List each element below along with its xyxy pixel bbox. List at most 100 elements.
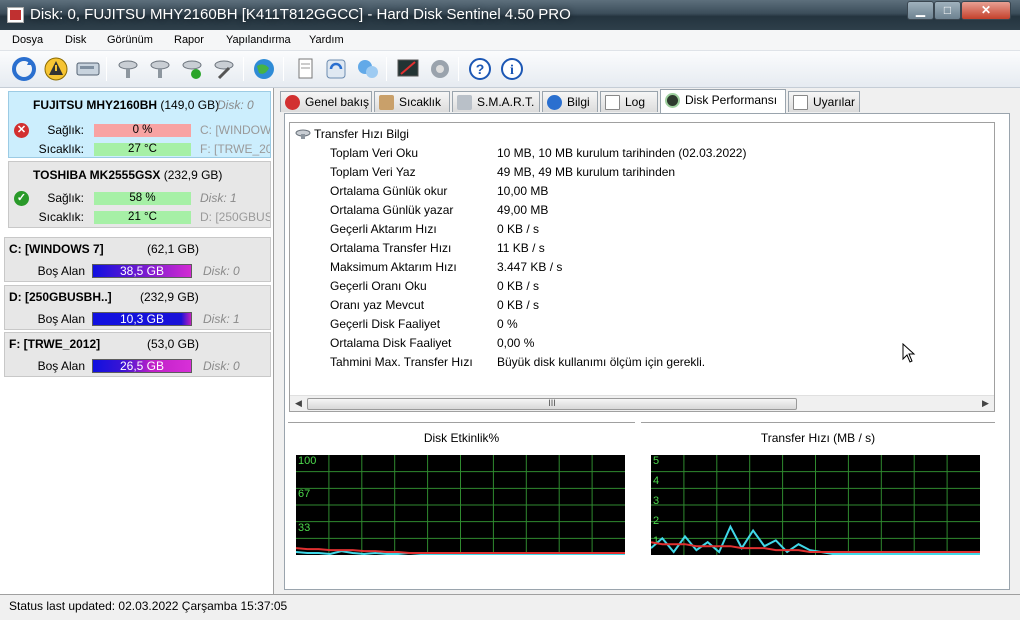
- tab-bilgi[interactable]: Bilgi: [542, 91, 598, 112]
- tab-smart[interactable]: S.M.A.R.T.: [452, 91, 540, 112]
- error-icon: [285, 95, 300, 110]
- partition-label: C: [WINDOWS: [200, 123, 270, 137]
- disk-index: Disk: 0: [203, 359, 240, 373]
- report-icon[interactable]: [292, 56, 318, 82]
- info-value: 10 MB, 10 MB kurulum tarihinden (02.03.2…: [497, 146, 747, 160]
- disk-check-icon[interactable]: [179, 56, 205, 82]
- temperature-bar: 21 °C: [94, 211, 191, 224]
- refresh-network-icon[interactable]: [323, 56, 349, 82]
- volume-card-c[interactable]: C: [WINDOWS 7] (62,1 GB) Boş Alan 38,5 G…: [4, 237, 271, 282]
- free-space-label: Boş Alan: [37, 264, 85, 278]
- disk-name: FUJITSU MHY2160BH (149,0 GB): [33, 98, 220, 112]
- minimize-button[interactable]: ▁: [907, 1, 934, 20]
- tab-label: Bilgi: [567, 95, 590, 109]
- info-value: 11 KB / s: [497, 241, 545, 255]
- info-value: 0 KB / s: [497, 222, 540, 236]
- tab-label: Disk Performansı: [685, 93, 778, 107]
- disk-index: Disk: 0: [217, 98, 254, 112]
- menu-disk[interactable]: Disk: [65, 34, 86, 46]
- tab-log[interactable]: Log: [600, 91, 658, 112]
- free-space-bar: 10,3 GB: [92, 312, 192, 326]
- info-value: 10,00 MB: [497, 184, 549, 198]
- y-tick-label: 3: [653, 495, 659, 507]
- drive-icon[interactable]: [75, 56, 101, 82]
- disk-card-fujitsu[interactable]: FUJITSU MHY2160BH (149,0 GB) Disk: 0 ✕ S…: [8, 91, 271, 158]
- disk-index: Disk: 1: [200, 191, 237, 205]
- menu-yapilandirma[interactable]: Yapılandırma: [226, 34, 291, 46]
- svg-text:i: i: [510, 63, 514, 78]
- close-button[interactable]: ✕: [961, 1, 1011, 20]
- volume-name: C: [WINDOWS 7]: [9, 242, 104, 256]
- network-icon[interactable]: [355, 56, 381, 82]
- disk-index: Disk: 0: [203, 264, 240, 278]
- disk-list-panel: FUJITSU MHY2160BH (149,0 GB) Disk: 0 ✕ S…: [0, 88, 274, 594]
- disk-card-toshiba[interactable]: TOSHIBA MK2555GSX (232,9 GB) ✓ Sağlık: 5…: [8, 161, 271, 228]
- volume-name: F: [TRWE_2012]: [9, 337, 101, 351]
- temperature-bar: 27 °C: [94, 143, 191, 156]
- info-label: Toplam Veri Yaz: [330, 165, 416, 179]
- window-title: Disk: 0, FUJITSU MHY2160BH [K411T812GGCC…: [30, 6, 571, 23]
- info-icon[interactable]: i: [499, 56, 525, 82]
- tab-label: Sıcaklık: [399, 95, 442, 109]
- tab-genel-bakis[interactable]: Genel bakış: [280, 91, 372, 112]
- volume-card-f[interactable]: F: [TRWE_2012] (53,0 GB) Boş Alan 26,5 G…: [4, 332, 271, 377]
- temperature-label: Sıcaklık:: [38, 210, 84, 224]
- disk-tools-icon[interactable]: [115, 56, 141, 82]
- info-label: Geçerli Aktarım Hızı: [330, 222, 437, 236]
- tab-label: S.M.A.R.T.: [477, 95, 535, 109]
- info-label: Ortalama Günlük yazar: [330, 203, 454, 217]
- y-tick-label: 4: [653, 475, 659, 487]
- free-space-bar: 26,5 GB: [92, 359, 192, 373]
- info-label: Tahmini Max. Transfer Hızı: [330, 355, 473, 369]
- info-label: Ortalama Transfer Hızı: [330, 241, 452, 255]
- log-icon: [605, 95, 620, 110]
- scroll-grip: III: [548, 398, 556, 408]
- y-tick-label: 100: [298, 455, 316, 467]
- scroll-right-icon[interactable]: ▶: [982, 398, 989, 409]
- volume-size: (53,0 GB): [147, 337, 200, 351]
- y-tick-label: 5: [653, 455, 659, 467]
- toolbar-separator: [283, 57, 284, 81]
- info-value: 0 KB / s: [497, 298, 540, 312]
- globe-icon[interactable]: [251, 56, 277, 82]
- sound-icon[interactable]: [427, 56, 453, 82]
- transfer-rate-chart: Transfer Hızı (MB / s) 54321: [641, 422, 995, 578]
- config-icon[interactable]: [395, 56, 421, 82]
- tab-sicaklik[interactable]: Sıcaklık: [374, 91, 450, 112]
- menu-rapor[interactable]: Rapor: [174, 34, 204, 46]
- menu-yardim[interactable]: Yardım: [309, 34, 344, 46]
- status-bar: Status last updated: 02.03.2022 Çarşamba…: [0, 594, 1020, 620]
- info-value: 49 MB, 49 MB kurulum tarihinden: [497, 165, 676, 179]
- chart-title: Disk Etkinlik%: [423, 431, 500, 445]
- tab-label: Genel bakış: [305, 95, 370, 109]
- tab-disk-performansi[interactable]: Disk Performansı: [660, 89, 786, 113]
- mouse-cursor-icon: [902, 343, 916, 363]
- scroll-left-icon[interactable]: ◀: [295, 398, 302, 409]
- disk-activity-chart: Disk Etkinlik% 100 67 33: [288, 422, 635, 578]
- detail-panel: Genel bakış Sıcaklık S.M.A.R.T. Bilgi Lo…: [276, 88, 1020, 594]
- scroll-thumb[interactable]: III: [307, 398, 797, 410]
- refresh-icon[interactable]: [11, 56, 37, 82]
- health-label: Sağlık:: [47, 123, 84, 137]
- title-bar: Disk: 0, FUJITSU MHY2160BH [K411T812GGCC…: [0, 0, 1020, 30]
- app-icon: [7, 7, 24, 23]
- warning-icon[interactable]: [43, 56, 69, 82]
- menu-dosya[interactable]: Dosya: [12, 34, 43, 46]
- menu-gorunum[interactable]: Görünüm: [107, 34, 153, 46]
- disk-add-icon[interactable]: [147, 56, 173, 82]
- help-icon[interactable]: ?: [467, 56, 493, 82]
- info-value: 0,00 %: [497, 336, 535, 350]
- status-text: Status last updated: 02.03.2022 Çarşamba…: [9, 599, 288, 613]
- chart-title: Transfer Hızı (MB / s): [760, 431, 876, 445]
- y-tick-label: 2: [653, 515, 659, 527]
- info-label: Ortalama Disk Faaliyet: [330, 336, 452, 350]
- disk-edit-icon[interactable]: [211, 56, 237, 82]
- menu-bar: Dosya Disk Görünüm Rapor Yapılandırma Ya…: [0, 30, 1020, 51]
- tab-uyarilar[interactable]: Uyarılar: [788, 91, 860, 112]
- maximize-button[interactable]: □: [934, 1, 961, 20]
- volume-card-d[interactable]: D: [250GBUSBH..] (232,9 GB) Boş Alan 10,…: [4, 285, 271, 330]
- info-label: Oranı yaz Mevcut: [330, 298, 425, 312]
- health-bar: 0 %: [94, 124, 191, 137]
- info-label: Geçerli Disk Faaliyet: [330, 317, 441, 331]
- horizontal-scrollbar[interactable]: ◀ III ▶: [290, 395, 994, 411]
